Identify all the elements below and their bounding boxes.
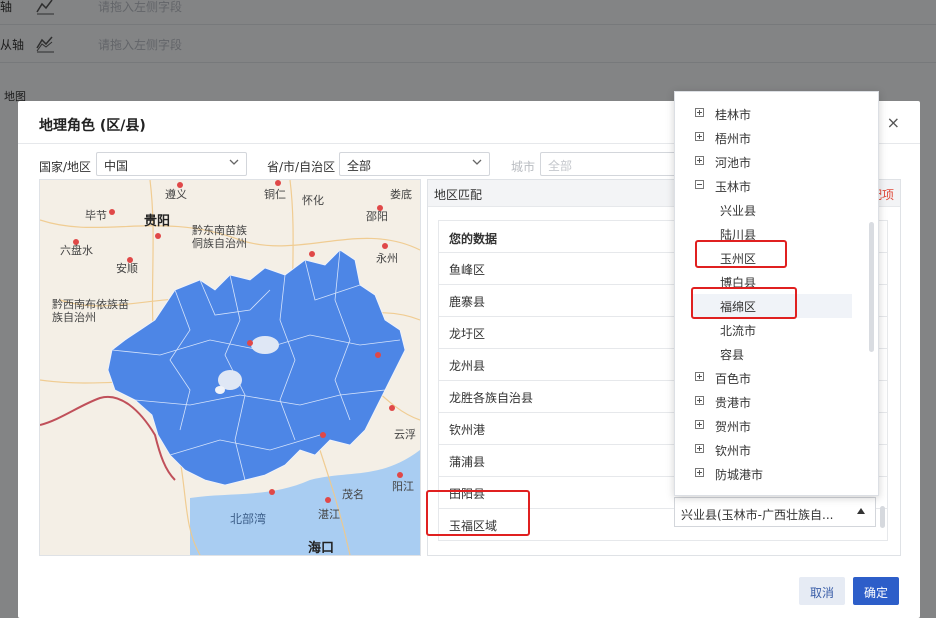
column-header-your-data: 您的数据: [449, 232, 498, 246]
tree-item-label: 桂林市: [715, 108, 752, 122]
tree-item-label: 贺州市: [715, 420, 752, 434]
tree-item-guigang[interactable]: 贵港市: [675, 390, 861, 414]
expand-icon[interactable]: [695, 132, 704, 141]
tree-item-wuzhou[interactable]: 梧州市: [675, 126, 861, 150]
expand-icon[interactable]: [695, 444, 704, 453]
tree-item-label: 钦州市: [715, 444, 752, 458]
tree-item-label: 百色市: [715, 372, 752, 386]
map-label-qiandongnan: 黔东南苗族侗族自治州: [192, 224, 247, 250]
country-label: 国家/地区: [39, 160, 92, 174]
map-label-qianxinan: 黔西南布依族苗族自治州: [52, 298, 129, 324]
tree-item-label: 梧州市: [715, 132, 752, 146]
tree-item-fangchenggang[interactable]: 防城港市: [675, 462, 861, 486]
city-select[interactable]: 全部: [540, 152, 680, 176]
match-panel-title: 地区匹配: [434, 188, 483, 202]
row-value: 龙州县: [449, 359, 486, 373]
province-value: 全部: [347, 159, 372, 173]
region-map[interactable]: 遵义 铜仁 怀化 娄底 毕节 贵阳 邵阳 黔东南苗族侗族自治州 六盘水 安顺 永…: [39, 179, 421, 556]
tree-item-label: 河池市: [715, 156, 752, 170]
close-icon[interactable]: ×: [887, 113, 900, 132]
tree-item-xingye[interactable]: 兴业县: [675, 198, 861, 222]
map-label-maoming: 茂名: [342, 488, 364, 501]
row-value: 龙圩区: [449, 327, 486, 341]
ok-button[interactable]: 确定: [853, 577, 899, 605]
cancel-button[interactable]: 取消: [799, 577, 845, 605]
annotation-box-fumian: [691, 287, 797, 319]
expand-icon[interactable]: [695, 396, 704, 405]
tree-item-beiliu[interactable]: 北流市: [675, 318, 861, 342]
collapse-icon[interactable]: [695, 180, 704, 189]
tree-item-yulin[interactable]: 玉林市: [675, 174, 861, 198]
expand-icon[interactable]: [695, 156, 704, 165]
city-value: 全部: [548, 159, 573, 173]
map-label-liupanshui: 六盘水: [60, 244, 93, 257]
map-label-tongren: 铜仁: [264, 188, 286, 201]
map-label-yunfu: 云浮: [394, 428, 416, 441]
map-label-huaihua: 怀化: [302, 194, 324, 207]
tree-item-hechi[interactable]: 河池市: [675, 150, 861, 174]
map-label-yangjiang: 阳江: [392, 480, 414, 493]
ok-button-label: 确定: [863, 586, 888, 600]
province-select[interactable]: 全部: [339, 152, 490, 176]
tree-item-qinzhou[interactable]: 钦州市: [675, 438, 861, 462]
map-label-shaoyang: 邵阳: [366, 210, 388, 223]
map-label-zunyi: 遵义: [165, 188, 187, 201]
tree-item-label: 兴业县: [720, 204, 757, 218]
row-value: 鱼峰区: [449, 263, 486, 277]
table-scrollbar[interactable]: [880, 506, 885, 528]
map-label-beibuwan: 北部湾: [230, 512, 267, 526]
expand-icon[interactable]: [695, 108, 704, 117]
tree-item-label: 贵港市: [715, 396, 752, 410]
map-label-guiyang: 贵阳: [144, 214, 171, 229]
tree-scrollbar[interactable]: [869, 222, 874, 352]
map-label-loudi: 娄底: [390, 188, 412, 201]
cancel-button-label: 取消: [809, 586, 834, 600]
country-select[interactable]: 中国: [96, 152, 247, 176]
expand-icon[interactable]: [695, 420, 704, 429]
chevron-down-icon: [472, 159, 482, 165]
country-value: 中国: [104, 159, 129, 173]
map-label-bijie: 毕节: [85, 209, 107, 222]
tree-item-baise[interactable]: 百色市: [675, 366, 861, 390]
tree-item-guilin[interactable]: 桂林市: [675, 102, 861, 126]
selected-match-value: 兴业县(玉林市-广西壮族自...: [681, 508, 834, 522]
dialog-title: 地理角色 (区/县): [39, 118, 146, 134]
tree-item-label: 容县: [720, 348, 745, 362]
row-value: 蒲浦县: [449, 455, 486, 469]
city-label: 城市: [511, 160, 536, 174]
annotation-box-data-row: [426, 490, 530, 536]
tree-item-rongxian[interactable]: 容县: [675, 342, 861, 366]
map-label-zhanjiang: 湛江: [318, 508, 340, 521]
expand-icon[interactable]: [695, 372, 704, 381]
row-value: 鹿寨县: [449, 295, 486, 309]
tree-item-hezhou[interactable]: 贺州市: [675, 414, 861, 438]
map-label-anshun: 安顺: [116, 262, 138, 275]
annotation-box-yuzhou: [695, 240, 787, 268]
row-value: 钦州港: [449, 423, 486, 437]
chevron-down-icon: [229, 159, 239, 165]
tree-item-label: 玉林市: [715, 180, 752, 194]
expand-icon[interactable]: [695, 468, 704, 477]
row-value: 龙胜各族自治县: [449, 391, 534, 405]
map-label-yongzhou: 永州: [376, 252, 398, 265]
tree-item-label: 防城港市: [715, 468, 764, 482]
caret-up-icon: [857, 508, 865, 514]
match-value-select[interactable]: 兴业县(玉林市-广西壮族自...: [674, 497, 876, 527]
province-label: 省/市/自治区: [267, 160, 336, 174]
tree-item-label: 北流市: [720, 324, 757, 338]
map-label-haikou: 海口: [308, 541, 335, 556]
